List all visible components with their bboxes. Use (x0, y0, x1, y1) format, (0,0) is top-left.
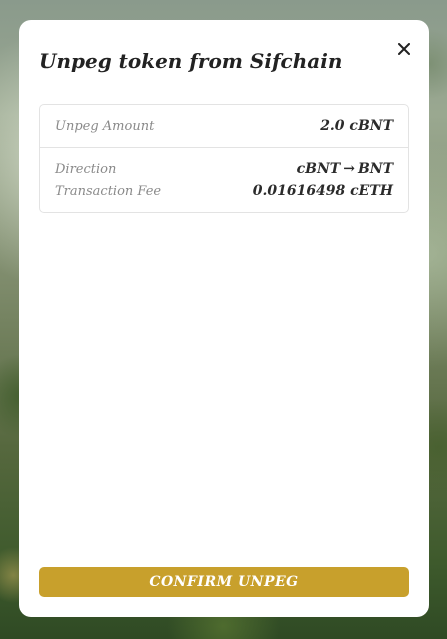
direction-value: cBNT → BNT (297, 159, 393, 179)
transaction-fee-value: 0.01616498 cETH (252, 183, 393, 199)
details-divider (40, 147, 408, 148)
direction-to: BNT (357, 161, 393, 177)
confirm-unpeg-button[interactable]: CONFIRM UNPEG (39, 567, 409, 597)
direction-row: Direction cBNT → BNT (55, 159, 393, 180)
direction-label: Direction (55, 162, 117, 177)
unpeg-modal: Unpeg token from Sifchain Unpeg Amount 2… (19, 20, 429, 617)
close-icon (398, 43, 410, 55)
unpeg-details: Unpeg Amount 2.0 cBNT Direction cBNT → BNT… (39, 104, 409, 213)
unpeg-amount-value: 2.0 cBNT (320, 118, 393, 134)
transaction-fee-label: Transaction Fee (55, 184, 162, 199)
unpeg-amount-label: Unpeg Amount (55, 119, 155, 134)
close-button[interactable] (393, 38, 415, 60)
unpeg-amount-row: Unpeg Amount 2.0 cBNT (55, 116, 393, 137)
arrow-right-icon: → (343, 161, 355, 177)
modal-title: Unpeg token from Sifchain (39, 49, 343, 73)
direction-from: cBNT (296, 161, 341, 177)
transaction-fee-row: Transaction Fee 0.01616498 cETH (55, 181, 393, 202)
